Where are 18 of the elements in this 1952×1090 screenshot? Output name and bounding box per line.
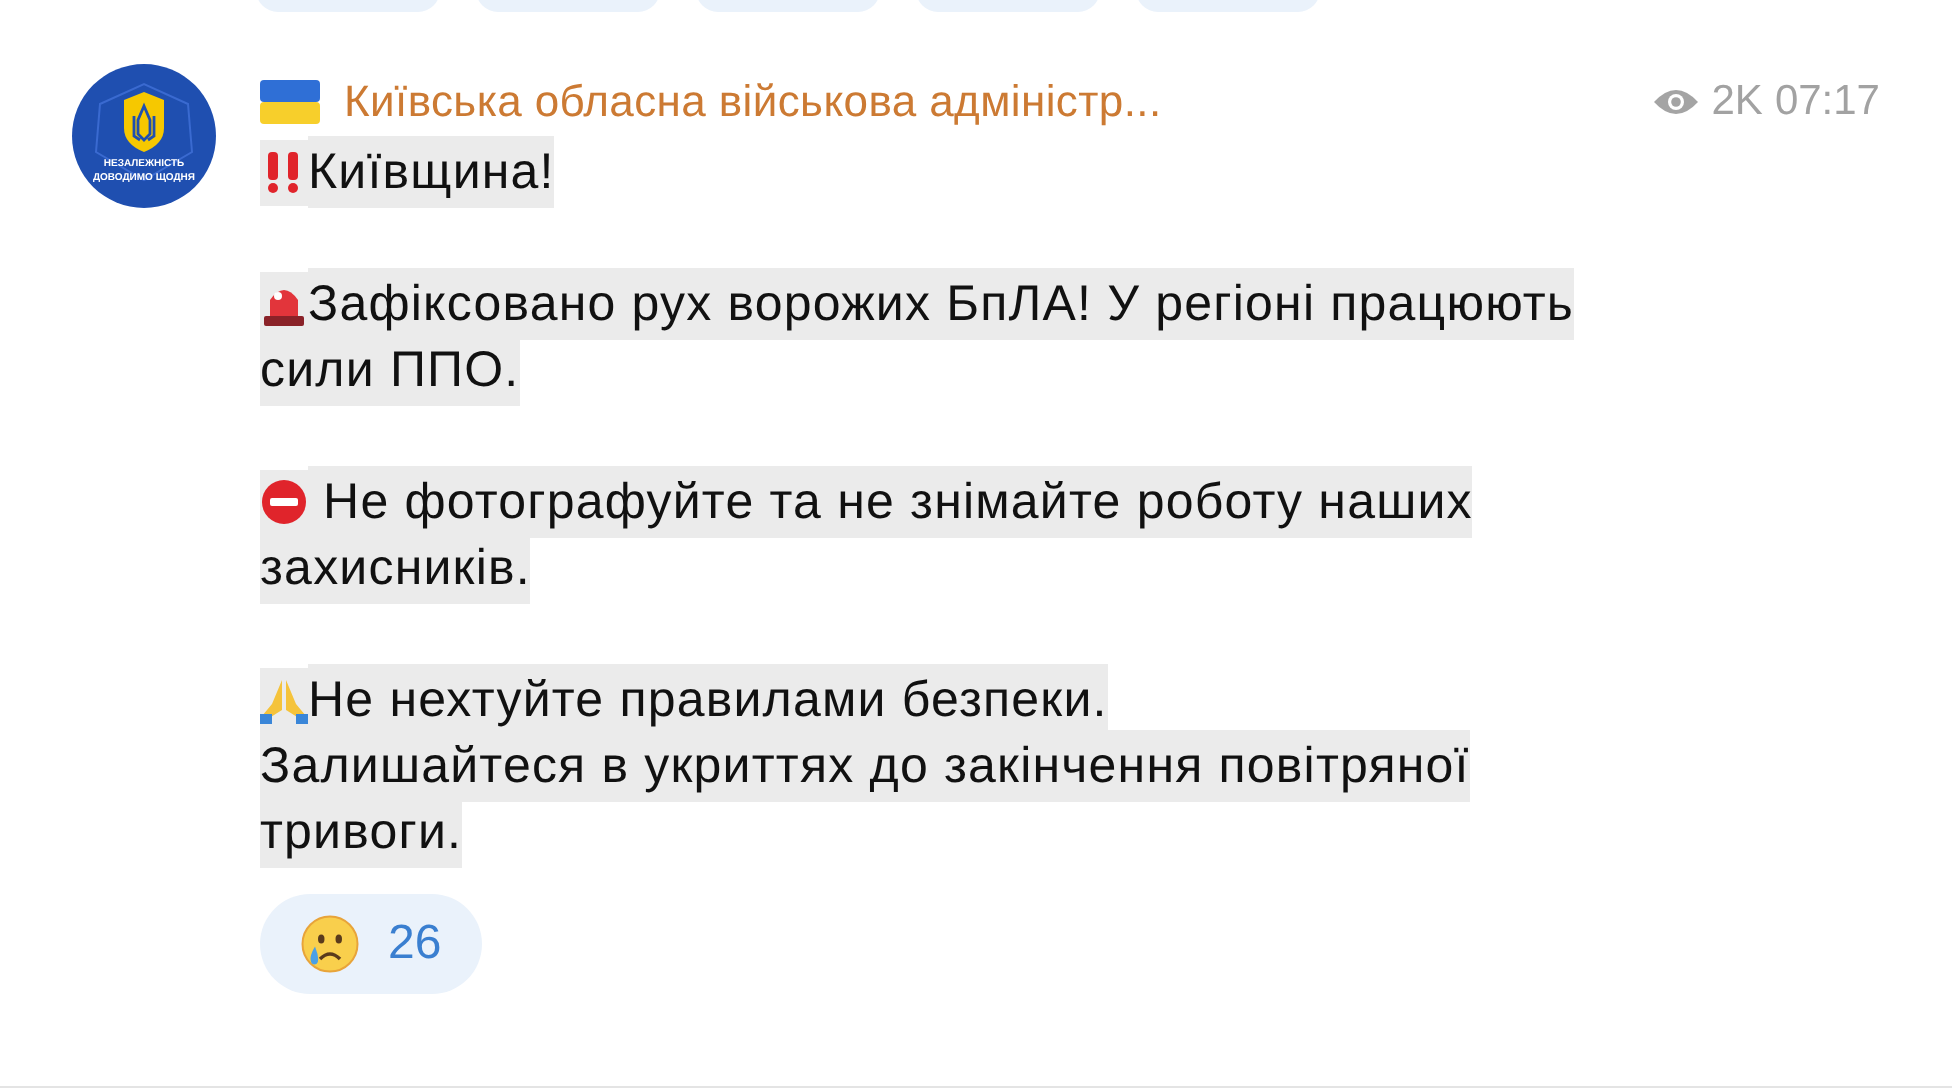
message-text: Залишайтеся в укриттях до закінчення повітряної bbox=[260, 730, 1470, 802]
trident-shield-icon bbox=[124, 92, 164, 152]
message-text: Не фотографуйте та не знімайте роботу наших bbox=[308, 466, 1473, 538]
message-text: тривоги. bbox=[260, 796, 463, 868]
channel-name[interactable]: Київська обласна військова адміністр... bbox=[344, 76, 1162, 128]
eye-icon bbox=[1651, 86, 1700, 118]
message-text: Київщина! bbox=[308, 136, 555, 208]
message-text: сили ППО. bbox=[260, 334, 520, 406]
reaction-button[interactable]: 26 bbox=[260, 894, 482, 994]
message-text: захисників. bbox=[260, 532, 531, 604]
praying-hands-icon bbox=[260, 676, 308, 724]
message-time: 07:17 bbox=[1774, 78, 1880, 126]
crying-face-icon bbox=[300, 914, 360, 974]
message-text: Не нехтуйте правилами безпеки. bbox=[308, 664, 1108, 736]
message-text: Зафіксовано рух ворожих БпЛА! У регіоні працюють bbox=[308, 268, 1575, 340]
view-count: 2K bbox=[1711, 78, 1763, 126]
flag-icon bbox=[260, 80, 320, 124]
no-entry-icon bbox=[260, 478, 308, 526]
